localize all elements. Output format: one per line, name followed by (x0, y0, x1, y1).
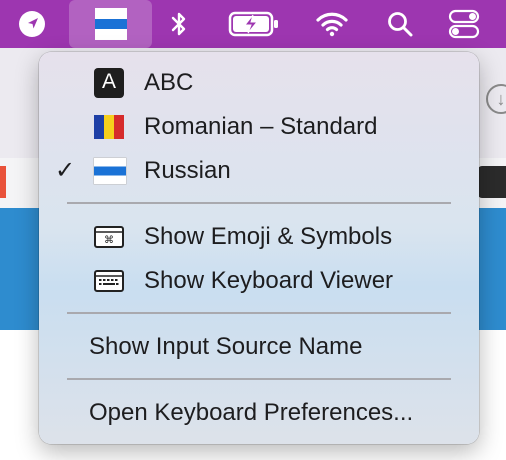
menu-item-show-keyboard-viewer[interactable]: Show Keyboard Viewer (39, 261, 479, 301)
location-status-item[interactable] (14, 0, 50, 48)
control-center-status-item[interactable] (444, 0, 484, 48)
input-source-dropdown-menu: A ABC Romanian – Standard ✓ Russian ⌘ Sh… (39, 52, 479, 444)
menu-item-label: Show Keyboard Viewer (144, 267, 394, 294)
russian-flag-icon (94, 158, 126, 184)
menubar (0, 0, 506, 48)
control-center-icon (448, 9, 480, 39)
spotlight-status-item[interactable] (382, 0, 418, 48)
keyboard-viewer-icon (94, 270, 124, 292)
menu-item-show-input-source-name[interactable]: Show Input Source Name (39, 327, 479, 367)
wifi-icon (316, 12, 348, 37)
menu-item-label: Show Input Source Name (89, 333, 363, 360)
wifi-status-item[interactable] (312, 0, 352, 48)
menu-item-label: Russian (144, 157, 231, 184)
bluetooth-status-item[interactable] (164, 0, 194, 48)
menu-item-open-keyboard-preferences[interactable]: Open Keyboard Preferences... (39, 393, 479, 433)
menu-item-label: ABC (144, 69, 194, 96)
menu-separator (67, 312, 451, 314)
input-source-menu-button[interactable] (69, 0, 152, 48)
search-icon (388, 12, 413, 37)
location-arrow-icon (19, 11, 45, 37)
menu-separator (67, 378, 451, 380)
menu-item-show-emoji-symbols[interactable]: ⌘ Show Emoji & Symbols (39, 217, 479, 257)
emoji-symbols-icon: ⌘ (94, 226, 124, 248)
romanian-flag-icon (94, 115, 124, 139)
bluetooth-icon (171, 12, 186, 36)
menu-item-russian[interactable]: ✓ Russian (39, 151, 479, 191)
menu-item-label: Romanian – Standard (144, 113, 378, 140)
battery-charging-icon (228, 11, 278, 37)
menu-item-abc[interactable]: A ABC (39, 63, 479, 103)
tab-dark-fragment (478, 166, 506, 198)
checkmark-icon: ✓ (55, 157, 76, 184)
russian-flag-icon (94, 8, 127, 40)
menu-item-label: Show Emoji & Symbols (144, 223, 393, 250)
abc-keyboard-icon: A (94, 68, 124, 98)
svg-text:⌘: ⌘ (104, 235, 114, 246)
battery-status-item[interactable] (226, 0, 282, 48)
menu-item-romanian-standard[interactable]: Romanian – Standard (39, 107, 479, 147)
menu-separator (67, 202, 451, 204)
tab-red-fragment (0, 166, 6, 198)
menu-item-label: Open Keyboard Preferences... (89, 399, 414, 426)
